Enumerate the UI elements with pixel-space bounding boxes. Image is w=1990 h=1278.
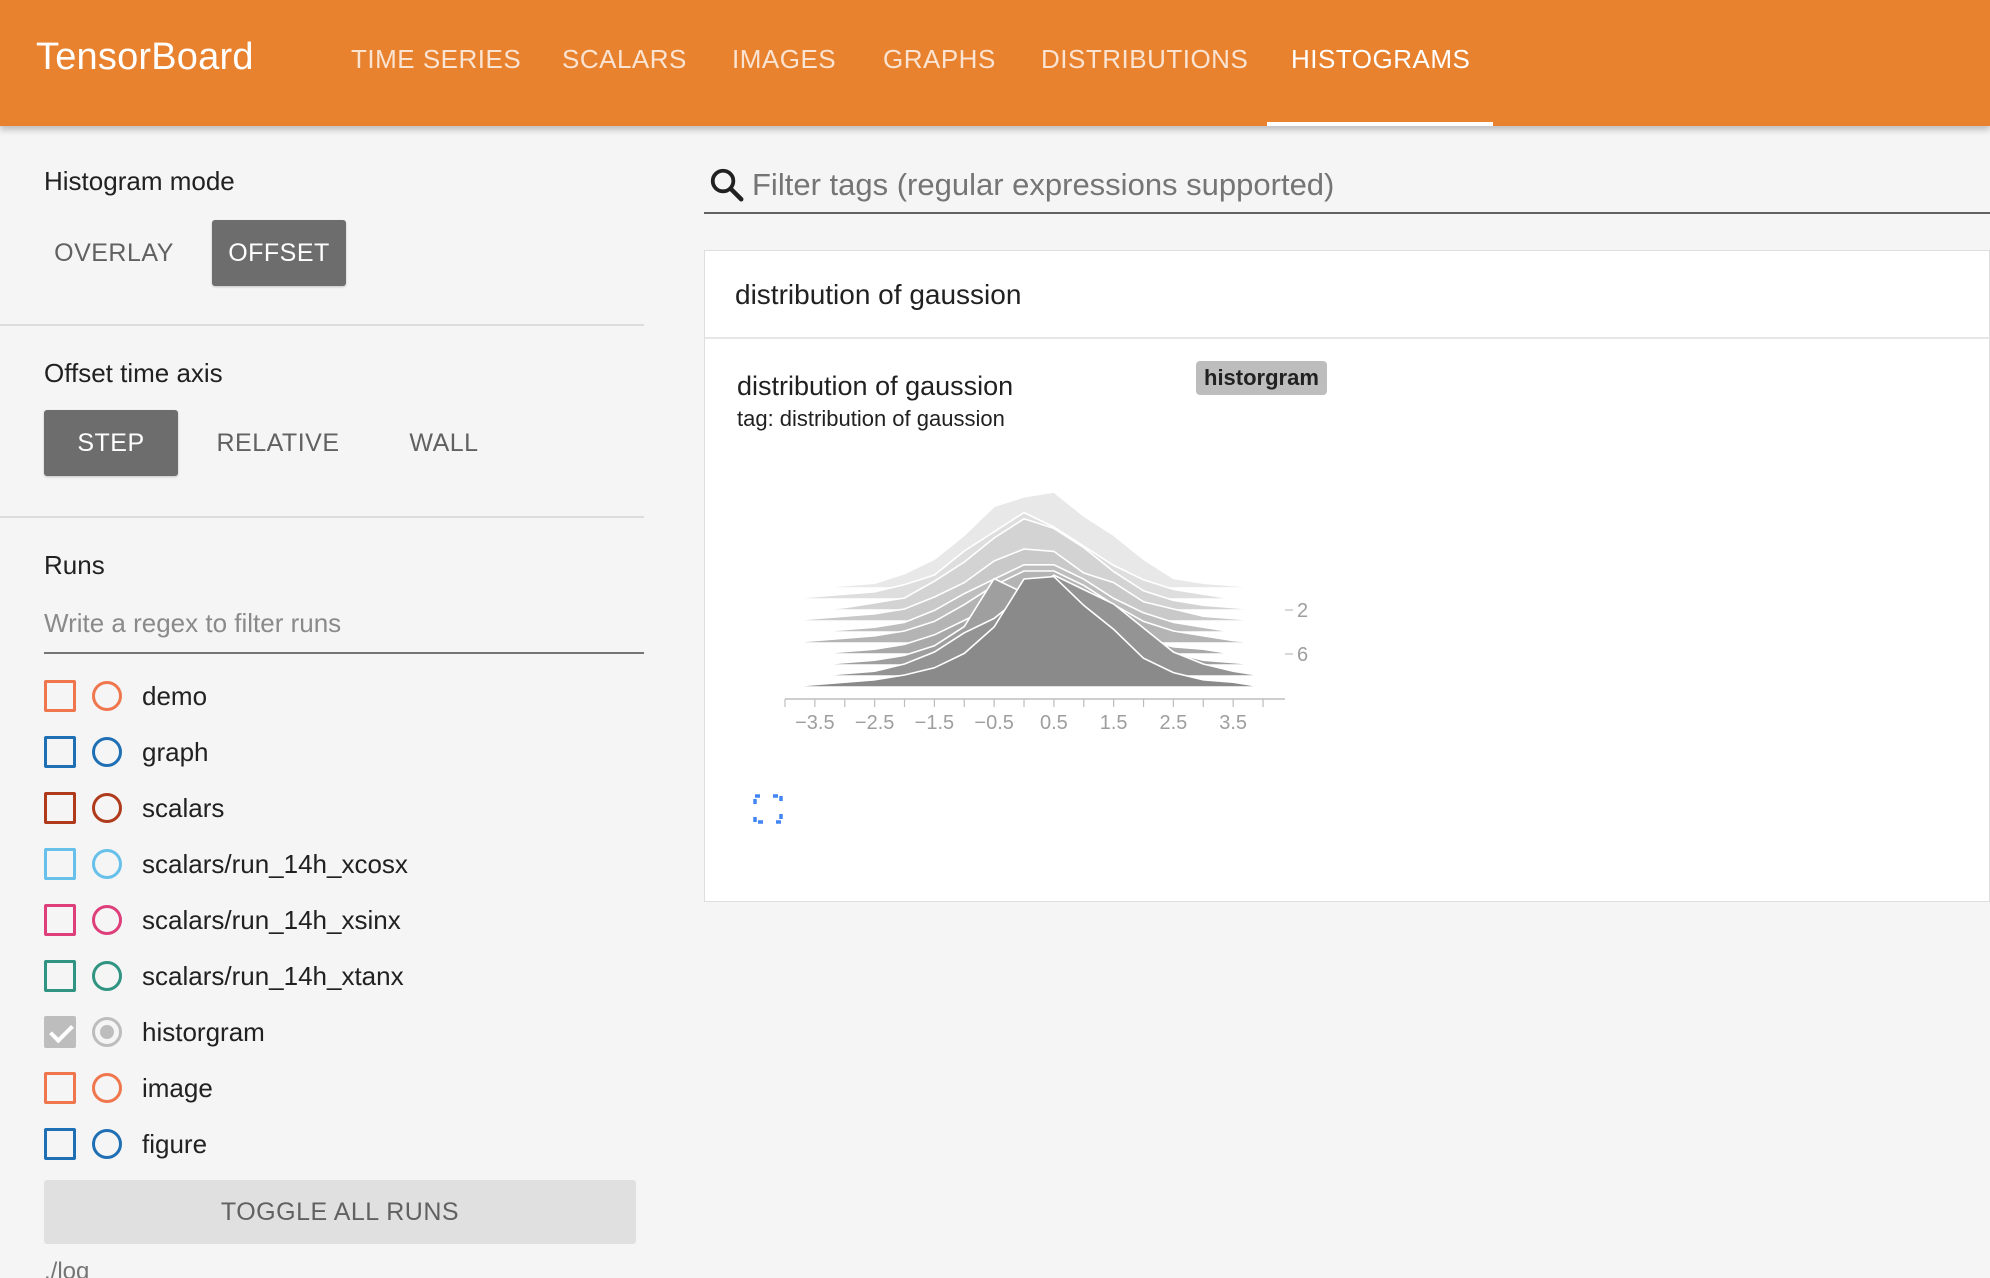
run-item-scalars-run-14h-xtanx[interactable]: scalars/run_14h_xtanx <box>44 952 604 1000</box>
tab-scalars[interactable]: SCALARS <box>562 44 687 75</box>
run-label: historgram <box>142 1016 265 1047</box>
run-checkbox[interactable] <box>44 1072 76 1104</box>
run-color-radio[interactable] <box>92 681 122 711</box>
run-color-radio[interactable] <box>92 1129 122 1159</box>
sidebar-divider <box>0 324 644 326</box>
run-checkbox[interactable] <box>44 904 76 936</box>
sidebar: Histogram mode OVERLAY OFFSET Offset tim… <box>0 126 644 1278</box>
histogram-mode-title: Histogram mode <box>44 166 235 196</box>
x-tick-label: −3.5 <box>795 712 834 734</box>
run-filter-input[interactable] <box>44 600 644 654</box>
tab-distributions[interactable]: DISTRIBUTIONS <box>1041 44 1248 75</box>
run-label: demo <box>142 680 208 711</box>
card-tag: tag: distribution of gaussion <box>737 406 1005 431</box>
run-color-radio[interactable] <box>92 849 122 879</box>
histogram-chart[interactable]: −3.5 −2.5 −1.5 −0.5 0.5 1.5 2.5 3.5 2 6 <box>735 451 1335 791</box>
run-checkbox[interactable] <box>44 1016 76 1048</box>
toggle-all-runs-button[interactable]: TOGGLE ALL RUNS <box>44 1180 636 1244</box>
tag-filter-input[interactable] <box>752 158 1982 212</box>
run-item-historgram[interactable]: historgram <box>44 1008 604 1056</box>
run-badge: historgram <box>1196 361 1327 395</box>
run-color-radio[interactable] <box>92 1073 122 1103</box>
relative-button[interactable]: RELATIVE <box>200 410 356 476</box>
x-tick-label: 1.5 <box>1100 712 1128 734</box>
fullscreen-icon[interactable] <box>752 793 784 825</box>
run-color-radio[interactable] <box>92 961 122 991</box>
run-label: scalars/run_14h_xtanx <box>142 960 404 991</box>
run-label: scalars <box>142 792 225 823</box>
run-checkbox[interactable] <box>44 960 76 992</box>
x-tick-label: 0.5 <box>1040 712 1068 734</box>
run-item-demo[interactable]: demo <box>44 672 604 720</box>
category-title[interactable]: distribution of gaussion <box>735 279 1021 311</box>
run-label: graph <box>142 736 209 767</box>
offset-time-axis-title: Offset time axis <box>44 358 223 388</box>
app-brand[interactable]: TensorBoard <box>36 36 254 79</box>
x-tick-label: −2.5 <box>855 712 894 734</box>
run-item-scalars[interactable]: scalars <box>44 784 604 832</box>
tab-histograms[interactable]: HISTOGRAMS <box>1291 44 1470 75</box>
wall-button[interactable]: WALL <box>376 410 512 476</box>
run-color-radio[interactable] <box>92 905 122 935</box>
run-item-image[interactable]: image <box>44 1064 604 1112</box>
category-header[interactable]: distribution of gaussion <box>705 251 1990 339</box>
logdir-label: ./log <box>44 1258 90 1278</box>
run-item-scalars-run-14h-xcosx[interactable]: scalars/run_14h_xcosx <box>44 840 604 888</box>
x-tick-label: −1.5 <box>915 712 954 734</box>
x-tick-label: 2.5 <box>1160 712 1188 734</box>
run-label: figure <box>142 1128 208 1159</box>
card-title: distribution of gaussion <box>737 371 1014 401</box>
run-label: scalars/run_14h_xsinx <box>142 904 401 935</box>
run-checkbox[interactable] <box>44 736 76 768</box>
x-tick-label: −0.5 <box>974 712 1013 734</box>
top-app-bar: TensorBoard TIME SERIES SCALARS IMAGES G… <box>0 0 1990 126</box>
tab-time-series[interactable]: TIME SERIES <box>351 44 521 75</box>
tab-graphs[interactable]: GRAPHS <box>883 44 996 75</box>
run-color-radio[interactable] <box>92 1017 122 1047</box>
run-label: scalars/run_14h_xcosx <box>142 848 408 879</box>
search-icon <box>710 168 744 202</box>
run-checkbox[interactable] <box>44 848 76 880</box>
overlay-button[interactable]: OVERLAY <box>44 220 184 286</box>
tag-filter <box>704 158 1990 214</box>
active-tab-indicator <box>1267 122 1493 126</box>
run-color-radio[interactable] <box>92 793 122 823</box>
runs-title: Runs <box>44 550 105 580</box>
step-button[interactable]: STEP <box>44 410 178 476</box>
run-color-radio[interactable] <box>92 737 122 767</box>
sidebar-divider <box>0 516 644 518</box>
run-label: image <box>142 1072 213 1103</box>
run-item-graph[interactable]: graph <box>44 728 604 776</box>
category-pane: distribution of gaussion distribution of… <box>704 250 1990 902</box>
run-item-figure[interactable]: figure <box>44 1120 604 1168</box>
run-item-scalars-run-14h-xsinx[interactable]: scalars/run_14h_xsinx <box>44 896 604 944</box>
run-checkbox[interactable] <box>44 1128 76 1160</box>
tab-images[interactable]: IMAGES <box>732 44 836 75</box>
run-checkbox[interactable] <box>44 792 76 824</box>
y-tick-label: 2 <box>1297 600 1308 622</box>
offset-button[interactable]: OFFSET <box>212 220 346 286</box>
x-tick-label: 3.5 <box>1219 712 1247 734</box>
run-checkbox[interactable] <box>44 680 76 712</box>
y-tick-label: 6 <box>1297 644 1308 666</box>
